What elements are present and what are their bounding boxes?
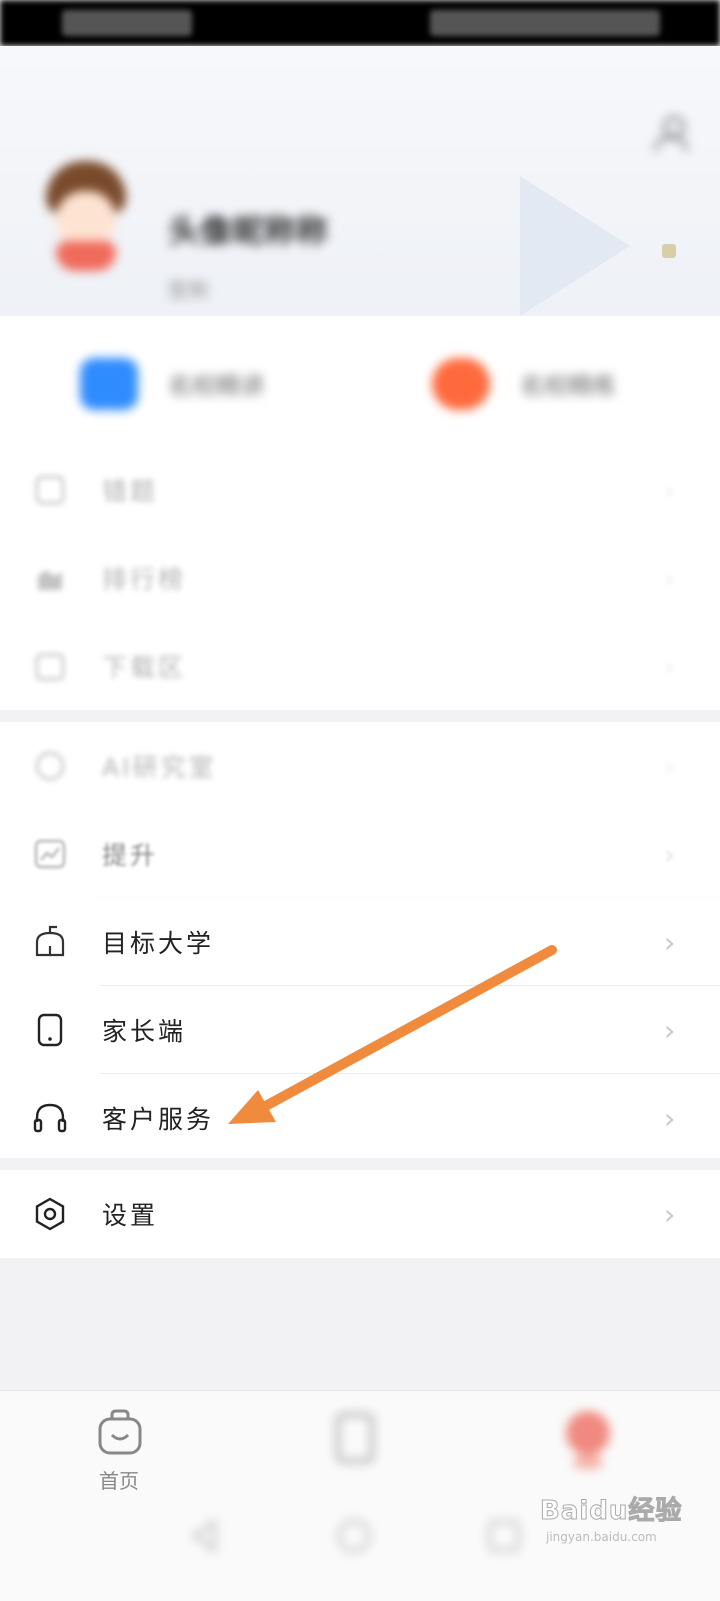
quick-action-1-icon [80,358,138,410]
decorative-triangle [520,176,630,316]
menu-group-1: 错题 › 排行榜 › 下载区 › [0,446,720,710]
folder-icon [35,653,65,681]
chart-icon [34,839,66,869]
watermark-url: jingyan.baidu.com [546,1530,657,1544]
chevron-right-icon: › [664,562,676,595]
settings-hexagon-icon [35,1197,65,1231]
ai-icon [35,751,65,781]
nav-home-icon[interactable] [334,1516,374,1556]
quick-actions: 名校精讲 名校精练 [0,316,720,446]
menu-row-3-label: 下载区 [102,653,187,682]
menu-row-1[interactable]: 错题 › [0,446,720,534]
menu-row-parent-label: 家长端 [102,1017,187,1046]
menu-row-settings[interactable]: 设置 › [0,1170,720,1258]
bag-icon [98,1409,142,1455]
status-bar-left [62,10,192,36]
chevron-right-icon: › [664,926,676,959]
chevron-right-icon: › [664,650,676,683]
book-icon [336,1413,374,1463]
chevron-right-icon: › [664,1014,676,1047]
menu-row-ai[interactable]: AI研究室 › [0,722,720,810]
menu-row-improve-label: 提升 [102,841,159,870]
tab-study[interactable] [310,1409,400,1499]
tab-profile[interactable] [542,1409,632,1499]
headset-icon [33,1103,67,1133]
decorative-badge [662,244,676,258]
menu-row-improve[interactable]: 提升 › [0,810,720,898]
watermark: Baidu经验 jingyan.baidu.com [539,1490,700,1550]
notebook-icon [35,475,65,505]
menu-row-target-university[interactable]: 目标大学 › [0,898,720,986]
username: 头像昵称称 [168,212,329,250]
status-bar-right [430,10,660,36]
menu-row-ai-label: AI研究室 [102,753,217,782]
nav-recents-icon[interactable] [484,1516,524,1556]
chevron-right-icon: › [664,1102,676,1135]
menu-row-3[interactable]: 下载区 › [0,622,720,710]
chevron-right-icon: › [664,474,676,507]
quick-action-1-label: 名校精讲 [168,372,264,400]
menu-row-settings-label: 设置 [102,1201,159,1230]
profile-subtitle: 签到 [168,278,208,302]
profile-icon [566,1411,610,1469]
chevron-right-icon: › [664,750,676,783]
status-bar [0,0,720,46]
menu-row-2-label: 排行榜 [102,565,187,594]
menu-row-1-label: 错题 [102,477,159,506]
avatar[interactable] [42,161,130,271]
tab-home-label: 首页 [99,1469,139,1493]
menu-row-2[interactable]: 排行榜 › [0,534,720,622]
trophy-icon [38,570,62,590]
menu-row-parent[interactable]: 家长端 › [0,986,720,1074]
chevron-right-icon: › [664,1198,676,1231]
quick-action-2-icon [432,358,490,410]
menu-row-customer-service[interactable]: 客户服务 › [0,1074,720,1162]
menu-group-3: 设置 › [0,1170,720,1258]
menu-row-target-university-label: 目标大学 [102,929,215,958]
profile-header[interactable]: 头像昵称称 签到 [0,46,720,316]
tab-home[interactable]: 首页 [74,1409,164,1499]
menu-group-2: AI研究室 › 提升 › 目标大学 › 家长端 › 客户服务 › [0,722,720,1158]
user-icon[interactable] [654,116,688,152]
chevron-right-icon: › [664,838,676,871]
quick-action-2-label: 名校精练 [520,372,616,400]
menu-row-customer-service-label: 客户服务 [102,1105,215,1134]
university-icon [35,925,65,957]
phone-icon [37,1013,63,1047]
nav-back-icon[interactable] [184,1516,224,1556]
watermark-brand: Baidu经验 [539,1496,683,1527]
